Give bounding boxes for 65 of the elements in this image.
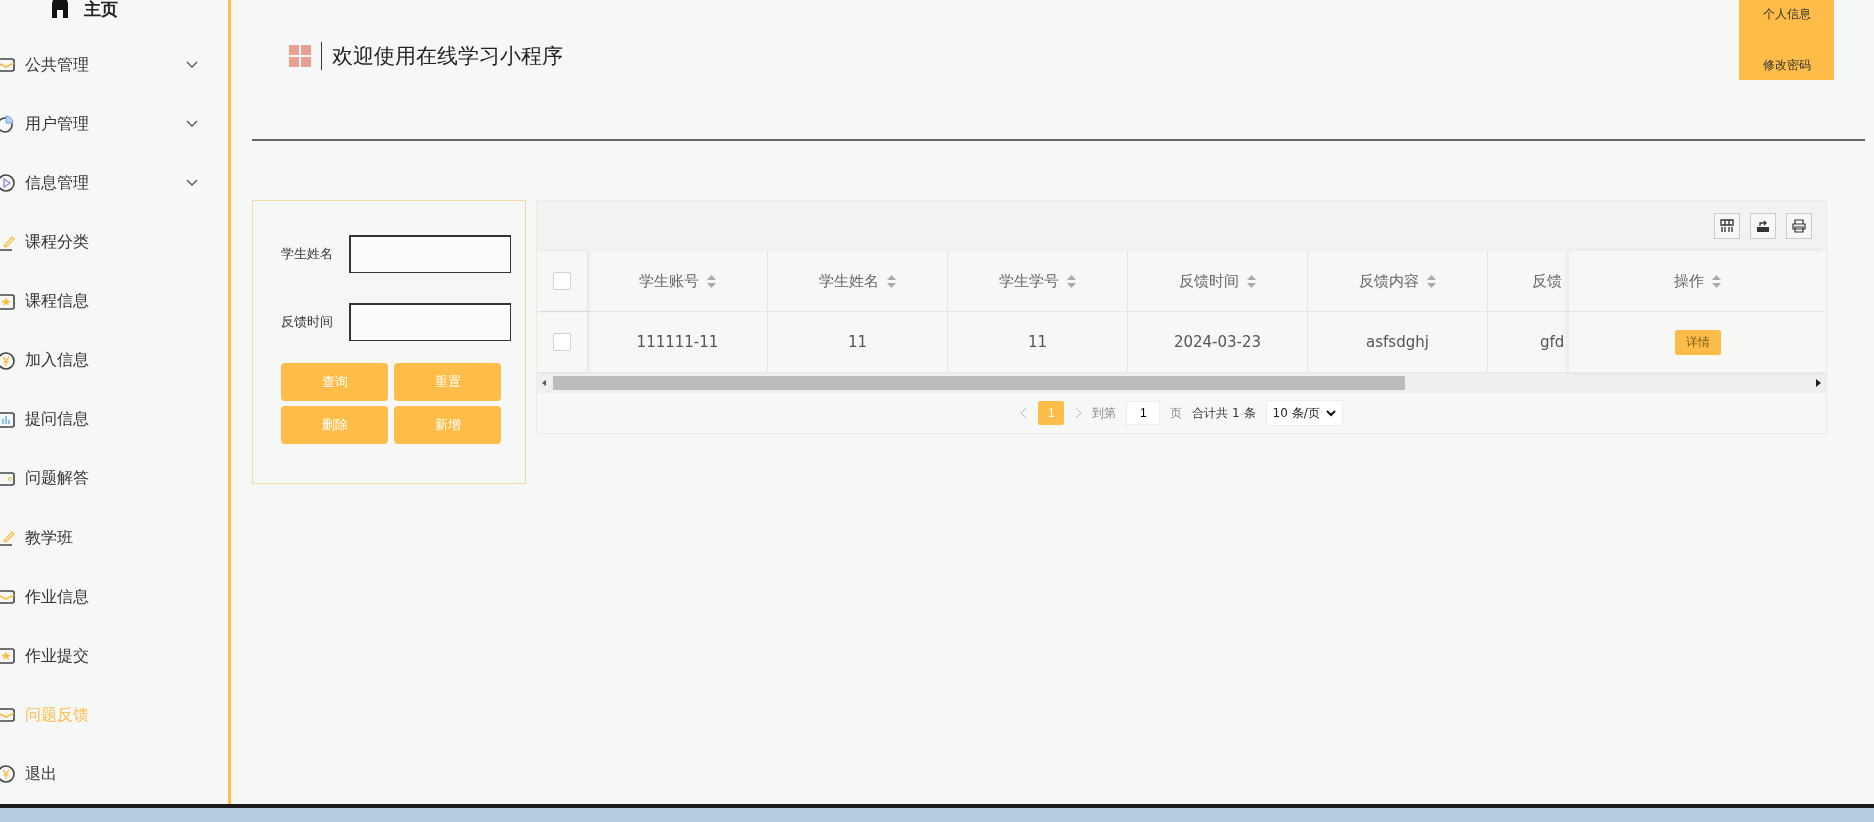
export-icon — [1756, 219, 1770, 233]
page-label: 页 — [1170, 404, 1183, 422]
table-cell: 11 — [847, 333, 868, 351]
column-header[interactable]: 学生账号 — [639, 271, 699, 291]
sidebar-item[interactable]: 提问信息 — [0, 390, 228, 450]
detail-button[interactable]: 详情 — [1674, 329, 1721, 355]
sidebar-item[interactable]: 用户管理 — [0, 94, 228, 154]
table-cell: 2024-03-23 — [1173, 333, 1262, 351]
column-header[interactable]: 反馈 — [1532, 271, 1562, 291]
chevron-down-icon — [186, 120, 198, 129]
print-icon — [1792, 219, 1806, 233]
previous-page-icon[interactable] — [1020, 407, 1029, 419]
page-size-select[interactable]: 10 条/页 — [1265, 400, 1343, 426]
menu-link[interactable]: 修改密码 — [1762, 57, 1811, 74]
bar-chart-icon — [0, 409, 16, 430]
pie-chart-icon — [0, 114, 16, 135]
sort-icon[interactable] — [707, 274, 716, 288]
goto-label: 到第 — [1092, 404, 1117, 422]
print-button[interactable] — [1786, 213, 1812, 239]
chevron-down-icon — [186, 179, 198, 188]
export-button[interactable] — [1750, 213, 1776, 239]
total-count: 合计共 1 条 — [1192, 404, 1256, 422]
home-icon[interactable] — [50, 0, 70, 18]
column-header[interactable]: 学生姓名 — [819, 271, 879, 291]
sidebar-item[interactable]: 课程信息 — [0, 272, 228, 332]
page-title: 欢迎使用在线学习小程序 — [332, 43, 563, 70]
chevron-down-icon — [186, 61, 198, 70]
column-header[interactable]: 反馈内容 — [1359, 271, 1419, 291]
sort-icon[interactable] — [1427, 274, 1436, 288]
column-header[interactable]: 反馈时间 — [1179, 271, 1239, 291]
sidebar-item[interactable]: 信息管理 — [0, 153, 228, 213]
input-field[interactable] — [349, 235, 511, 273]
home-link[interactable]: 主页 — [84, 0, 118, 22]
column-header[interactable]: 操作 — [1674, 271, 1704, 291]
grid-icon — [289, 45, 311, 67]
sidebar-item[interactable]: 公共管理 — [0, 35, 228, 95]
play-icon — [0, 173, 16, 194]
sidebar-item[interactable]: 教学班 — [0, 508, 228, 568]
page-input[interactable]: 1 — [1126, 401, 1161, 425]
table-cell: gfd — [1540, 333, 1565, 351]
checkbox[interactable] — [553, 272, 571, 290]
checkbox[interactable] — [553, 333, 571, 351]
sort-icon[interactable] — [1712, 274, 1721, 288]
chevron-down-icon — [1325, 409, 1336, 417]
sidebar-item[interactable]: 加入信息 — [0, 331, 228, 391]
horizontal-scrollbar[interactable] — [537, 373, 1826, 393]
sidebar-item[interactable]: 退出 — [0, 744, 228, 804]
next-page-icon[interactable] — [1074, 407, 1083, 419]
sidebar-item[interactable]: 问题解答 — [0, 449, 228, 509]
sort-icon[interactable] — [887, 274, 896, 288]
column-header[interactable]: 学生学号 — [999, 271, 1059, 291]
table-cell: 111111-11 — [636, 333, 719, 351]
sidebar-item[interactable]: 作业信息 — [0, 567, 228, 627]
sidebar-item[interactable]: 作业提交 — [0, 626, 228, 686]
grid-columns-icon — [1720, 219, 1734, 233]
columns-button[interactable] — [1714, 213, 1740, 239]
field-label: 反馈时间 — [281, 313, 334, 331]
table-cell: 11 — [1027, 333, 1048, 351]
table-cell: asfsdghj — [1366, 333, 1429, 351]
input-field[interactable] — [349, 303, 511, 341]
menu-link[interactable]: 个人信息 — [1762, 6, 1811, 23]
sort-icon[interactable] — [1067, 274, 1076, 288]
sort-icon[interactable] — [1247, 274, 1256, 288]
field-label: 学生姓名 — [281, 245, 334, 263]
sidebar-item[interactable]: 课程分类 — [0, 213, 228, 273]
